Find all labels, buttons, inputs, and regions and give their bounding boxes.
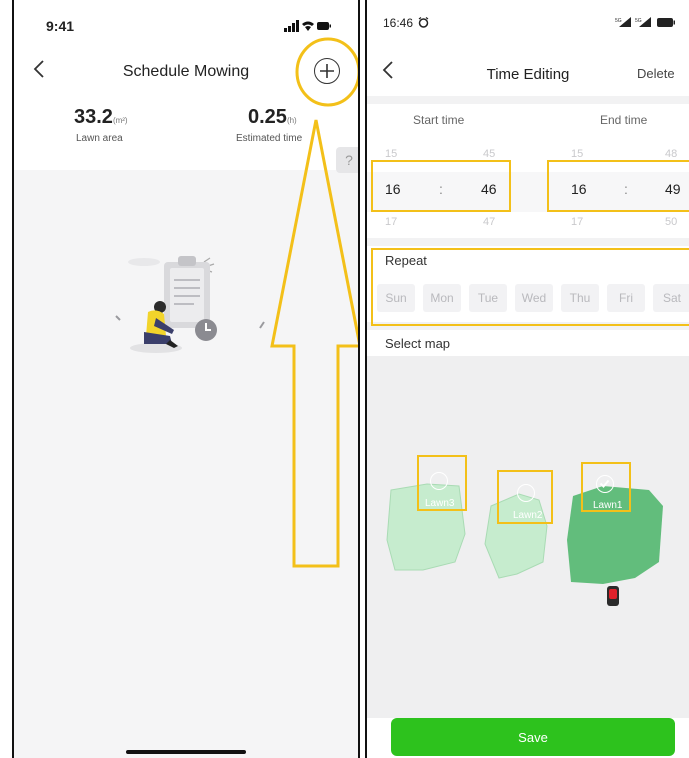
end-next-min: 50 (665, 216, 678, 228)
lawn-area-stat: 33.2(m²) Lawn area (74, 106, 194, 144)
alarm-icon (419, 17, 429, 28)
annotation-box-lawn3 (417, 455, 467, 511)
start-time-label: Start time (413, 113, 465, 127)
annotation-box-lawn2 (497, 470, 553, 524)
status-icons (284, 20, 332, 35)
end-next-hour: 17 (571, 216, 584, 228)
svg-text:5G: 5G (635, 18, 642, 24)
lawn-area-unit: (m²) (112, 116, 128, 125)
select-map-label: Select map (385, 336, 451, 351)
status-time: 16:46 (383, 16, 429, 30)
annotation-highlight-circle (294, 36, 358, 113)
annotation-arrow-up (270, 116, 358, 577)
lawn-shapes (367, 356, 689, 723)
end-prev-hour: 15 (571, 148, 584, 160)
annotation-box-repeat (371, 248, 689, 326)
start-next-min: 47 (483, 216, 496, 228)
end-time-label: End time (600, 113, 648, 127)
annotation-box-start-time (371, 160, 511, 212)
annotation-box-end-time (547, 160, 689, 212)
time-editing-screen: 16:46 5G 5G Time Editing Delete Start ti… (365, 0, 689, 758)
delete-button[interactable]: Delete (637, 66, 675, 81)
divider (367, 96, 689, 104)
start-prev-min: 45 (483, 148, 496, 160)
start-next-hour: 17 (385, 216, 398, 228)
status-time: 9:41 (46, 18, 75, 34)
save-button[interactable]: Save (391, 718, 675, 756)
home-indicator (126, 750, 246, 754)
schedule-mowing-screen: 9:41 Schedule Mowing 33.2(m²) Lawn area … (12, 0, 360, 758)
svg-text:5G: 5G (615, 18, 622, 24)
empty-schedule-illustration (104, 240, 274, 375)
end-prev-min: 48 (665, 148, 678, 160)
divider (367, 238, 689, 246)
status-icons: 5G 5G (615, 16, 685, 30)
annotation-box-lawn1 (581, 462, 631, 512)
lawn-area-value: 33.2 (74, 106, 113, 128)
start-prev-hour: 15 (385, 148, 398, 160)
lawn-area-label: Lawn area (76, 133, 123, 144)
